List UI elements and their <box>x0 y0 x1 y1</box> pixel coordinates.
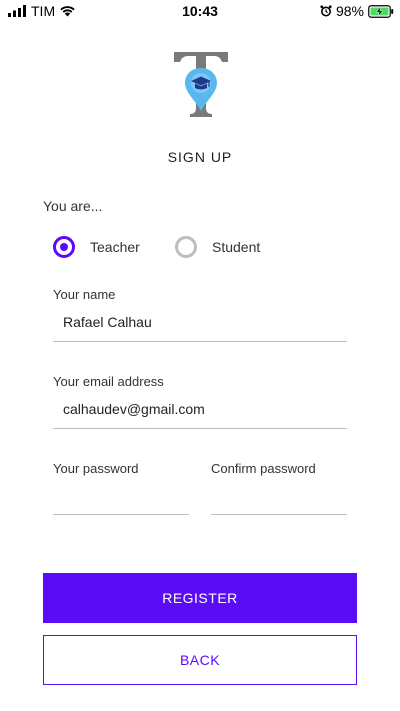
status-right: 98% <box>320 3 394 19</box>
password-input[interactable] <box>53 486 189 512</box>
alarm-icon <box>320 5 332 17</box>
role-option-student[interactable]: Student <box>175 234 260 260</box>
email-label: Your email address <box>53 374 164 389</box>
sign-up-screen: TIM 10:43 98% SIGN UP You are... Teacher… <box>0 0 400 711</box>
page-title: SIGN UP <box>167 149 233 165</box>
role-prompt: You are... <box>43 198 103 214</box>
password-label: Your password <box>53 461 139 476</box>
battery-percentage: 98% <box>335 3 364 19</box>
confirm-password-underline <box>211 514 347 515</box>
name-input[interactable]: Rafael Calhau <box>63 314 152 330</box>
confirm-password-label: Confirm password <box>211 461 316 476</box>
teacher-radio[interactable] <box>53 236 75 258</box>
email-input[interactable]: calhaudev@gmail.com <box>63 401 205 417</box>
password-underline <box>53 514 189 515</box>
battery-charging-icon <box>368 4 394 18</box>
email-underline <box>53 428 347 429</box>
register-button[interactable]: REGISTER <box>43 573 357 623</box>
status-bar: TIM 10:43 98% <box>0 0 400 24</box>
student-radio[interactable] <box>175 236 197 258</box>
student-radio-label: Student <box>212 239 261 255</box>
teacher-logo-icon <box>174 52 228 117</box>
name-underline <box>53 341 347 342</box>
confirm-password-input[interactable] <box>211 486 347 512</box>
name-label: Your name <box>53 287 116 302</box>
back-button[interactable]: BACK <box>43 635 357 685</box>
role-option-teacher[interactable]: Teacher <box>53 234 140 260</box>
teacher-radio-label: Teacher <box>90 239 140 255</box>
